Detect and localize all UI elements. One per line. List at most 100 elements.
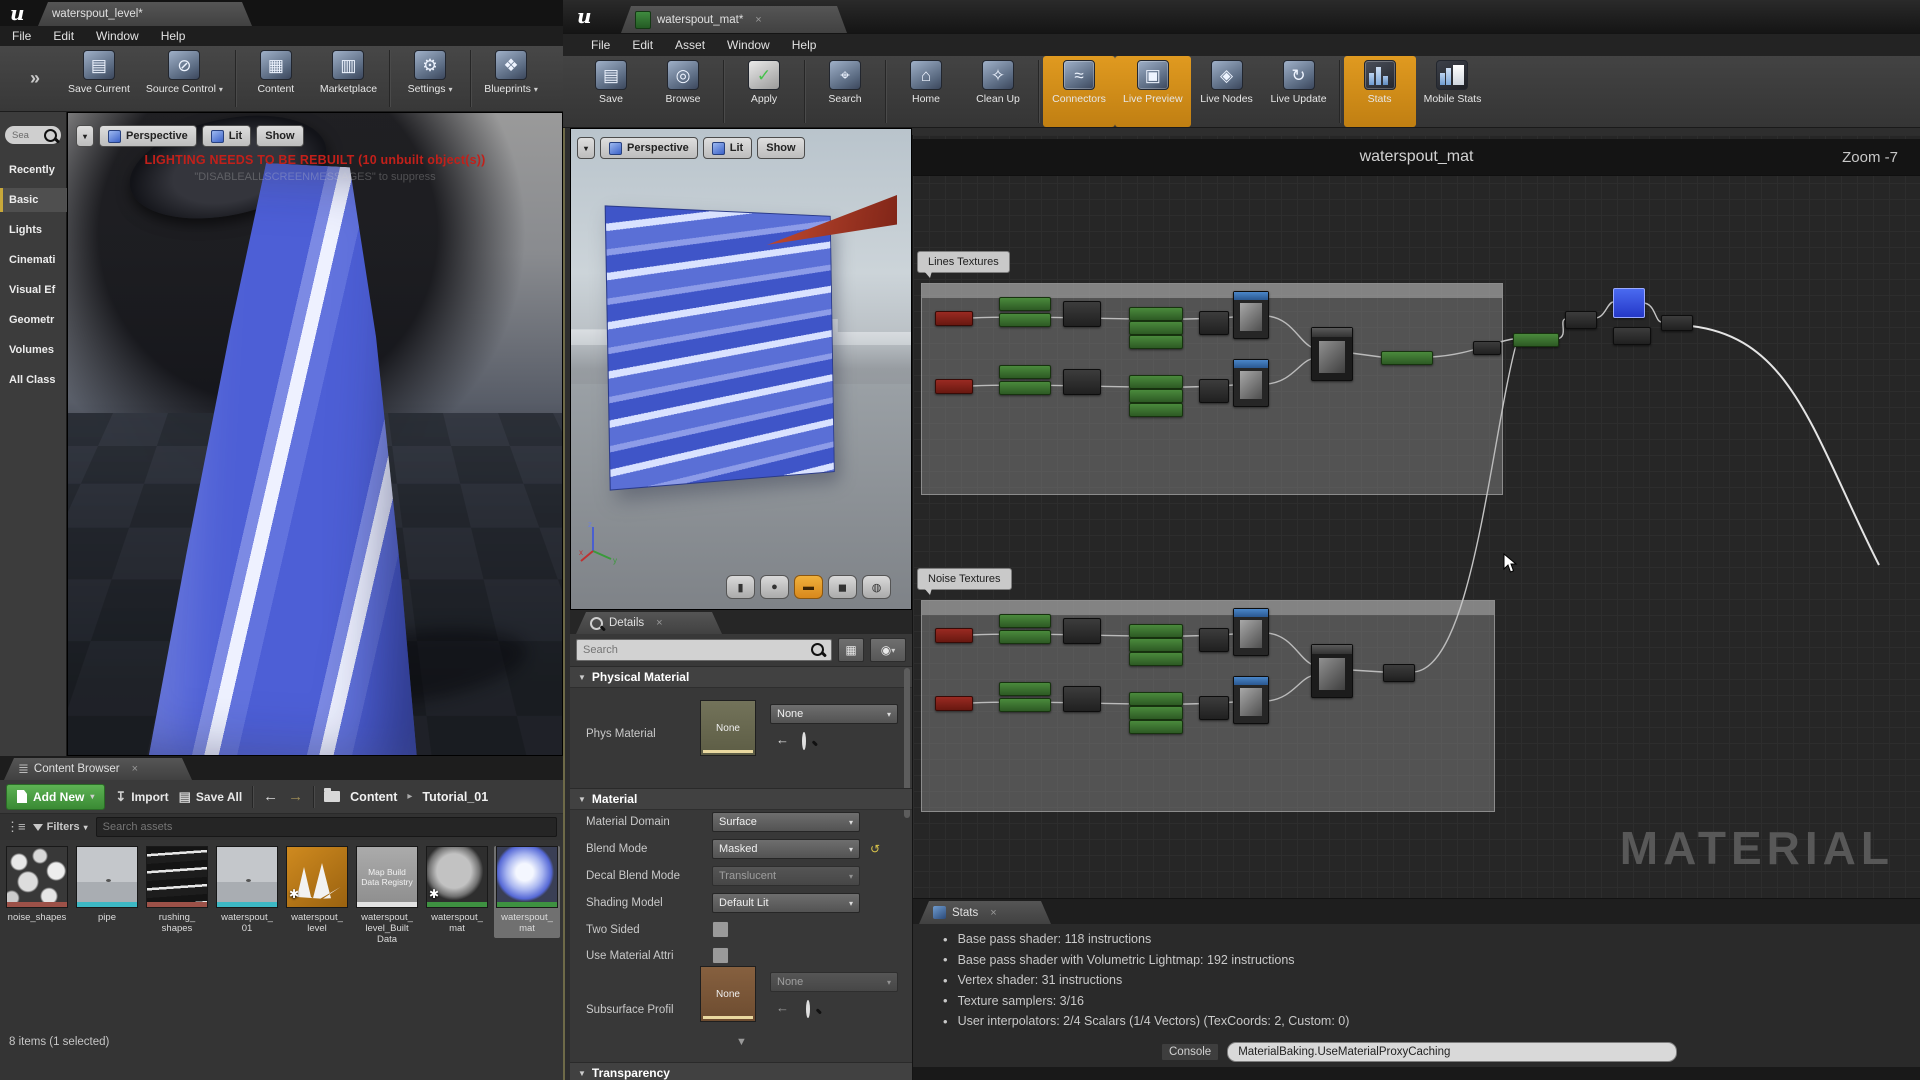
browse-to-asset-icon[interactable] — [806, 1000, 810, 1018]
close-icon[interactable]: × — [990, 907, 996, 919]
shading-model-dropdown[interactable]: Default Lit▾ — [712, 893, 860, 913]
phys-material-thumbnail[interactable]: None — [700, 700, 756, 756]
graph-node-green[interactable] — [999, 698, 1051, 712]
blend-mode-dropdown[interactable]: Masked▾ — [712, 839, 860, 859]
reset-to-default-icon[interactable]: ↺ — [870, 842, 880, 856]
use-selected-arrow-icon[interactable]: ← — [776, 1000, 789, 1015]
menu-window[interactable]: Window — [96, 29, 139, 43]
material-preview-viewport[interactable]: ▾ Perspective Lit Show z y x ▮●▬◼◍ — [570, 128, 912, 610]
use-material-attributes-checkbox[interactable] — [712, 947, 729, 964]
close-icon[interactable]: × — [132, 763, 138, 775]
graph-node-green[interactable] — [999, 365, 1051, 379]
preview-shape-plane-button[interactable]: ▬ — [794, 575, 823, 599]
graph-node-green[interactable] — [1381, 351, 1433, 365]
import-button[interactable]: ↧Import — [115, 789, 168, 805]
asset-search-input[interactable] — [96, 817, 557, 837]
graph-node-green[interactable] — [1129, 403, 1183, 417]
graph-node-green[interactable] — [999, 381, 1051, 395]
preview-shape-cylinder-button[interactable]: ▮ — [726, 575, 755, 599]
graph-node-red[interactable] — [935, 696, 973, 711]
graph-node-green[interactable] — [999, 630, 1051, 644]
asset-tile-waterspout-level-builtdata[interactable]: Map BuildData Registry waterspout_level_… — [354, 846, 420, 945]
property-matrix-icon[interactable]: ▦ — [838, 638, 864, 662]
graph-node-red[interactable] — [935, 628, 973, 643]
back-arrow-icon[interactable]: ← — [263, 788, 278, 805]
asset-tile-waterspout-mat[interactable]: waterspout_mat — [494, 846, 560, 938]
menu-edit[interactable]: Edit — [53, 29, 74, 43]
preview-options-dropdown[interactable]: ▾ — [577, 137, 595, 159]
preview-show-button[interactable]: Show — [757, 137, 804, 159]
toolbar-button-home[interactable]: ⌂ Home — [890, 56, 962, 127]
graph-node-green[interactable] — [1129, 335, 1183, 349]
asset-tile-waterspout-mat[interactable]: ✱ waterspout_mat — [424, 846, 490, 934]
sidebar-item-lights[interactable]: Lights — [0, 218, 67, 242]
graph-node-blue[interactable] — [1613, 288, 1645, 318]
sidebar-item-cinemati[interactable]: Cinemati — [0, 248, 67, 272]
details-tab[interactable]: Details × — [576, 612, 722, 634]
browse-to-asset-icon[interactable] — [802, 732, 806, 750]
graph-node-green[interactable] — [999, 313, 1051, 327]
graph-node-dark[interactable] — [1473, 341, 1501, 355]
graph-node-green[interactable] — [1129, 624, 1183, 638]
phys-material-dropdown[interactable]: None▾ — [770, 704, 898, 724]
section-physical-material[interactable]: ▼Physical Material — [570, 666, 912, 688]
graph-node-green[interactable] — [1129, 375, 1183, 389]
graph-node-green[interactable] — [1129, 638, 1183, 652]
menu-asset[interactable]: Asset — [675, 38, 705, 52]
graph-node-green[interactable] — [1129, 692, 1183, 706]
toolbar-button-live-nodes[interactable]: ◈ Live Nodes — [1191, 56, 1263, 127]
graph-node-dark[interactable] — [1063, 618, 1101, 644]
graph-node-dark[interactable] — [1199, 628, 1229, 652]
sidebar-item-all-class[interactable]: All Class — [0, 368, 67, 392]
save-all-button[interactable]: ▤Save All — [179, 789, 243, 805]
graph-node-green[interactable] — [1129, 720, 1183, 734]
two-sided-checkbox[interactable] — [712, 921, 729, 938]
asset-tile-waterspout-01[interactable]: waterspout_01 — [214, 846, 280, 934]
toolbar-button-save[interactable]: ▤ Save — [575, 56, 647, 127]
preview-shape-sphere-button[interactable]: ● — [760, 575, 789, 599]
menu-edit[interactable]: Edit — [632, 38, 653, 52]
toolbar-button-live-preview[interactable]: ▣ Live Preview — [1115, 56, 1191, 127]
place-actors-search-input[interactable]: Sea — [5, 126, 61, 144]
graph-node-dark[interactable] — [1199, 379, 1229, 403]
toolbar-button-apply[interactable]: ✓ Apply — [728, 56, 800, 127]
toolbar-button-marketplace[interactable]: ▥ Marketplace — [312, 46, 385, 111]
preview-shape-cube-button[interactable]: ◼ — [828, 575, 857, 599]
view-options-icon[interactable]: ⋮≡ — [6, 819, 25, 835]
graph-node-dark[interactable] — [1063, 369, 1101, 395]
graph-node-dark[interactable] — [1383, 664, 1415, 682]
viewport-options-dropdown[interactable]: ▾ — [76, 125, 94, 147]
preview-perspective-button[interactable]: Perspective — [600, 137, 698, 159]
level-viewport[interactable]: LIGHTING NEEDS TO BE REBUILT (10 unbuilt… — [67, 112, 563, 756]
toolbar-button-connectors[interactable]: ≈ Connectors — [1043, 56, 1115, 127]
graph-node-red[interactable] — [935, 311, 973, 326]
graph-node-green[interactable] — [999, 682, 1051, 696]
graph-node-dark[interactable] — [1565, 311, 1597, 329]
sidebar-item-volumes[interactable]: Volumes — [0, 338, 67, 362]
sidebar-item-basic[interactable]: Basic — [0, 188, 67, 212]
comment-label-lines-textures[interactable]: Lines Textures — [917, 251, 1010, 273]
graph-node-green[interactable] — [1129, 321, 1183, 335]
material-tab[interactable]: waterspout_mat* × — [621, 6, 847, 33]
toolbar-button-save-current[interactable]: ▤ Save Current — [60, 46, 138, 111]
menu-help[interactable]: Help — [161, 29, 186, 43]
menu-help[interactable]: Help — [792, 38, 817, 52]
toolbar-button-clean-up[interactable]: ✧ Clean Up — [962, 56, 1034, 127]
graph-node-dark[interactable] — [1063, 301, 1101, 327]
scroll-down-chevron-icon[interactable]: ▼ — [736, 1036, 747, 1048]
toolbar-button-search[interactable]: ⌖ Search — [809, 56, 881, 127]
toolbar-button-mobile-stats[interactable]: Mobile Stats — [1416, 56, 1490, 127]
graph-node-green[interactable] — [1513, 333, 1559, 347]
graph-node-green[interactable] — [999, 614, 1051, 628]
toolbar-button-source-control[interactable]: ⊘ Source Control ▾ — [138, 46, 231, 111]
graph-node-tex[interactable] — [1233, 291, 1269, 339]
graph-node-tex[interactable] — [1233, 676, 1269, 724]
filters-button[interactable]: Filters ▾ — [33, 821, 88, 833]
graph-node-big[interactable] — [1311, 644, 1353, 698]
asset-tile-noise-shapes[interactable]: noise_shapes — [4, 846, 70, 923]
level-tab[interactable]: waterspout_level* — [38, 2, 252, 26]
lit-mode-button[interactable]: Lit — [202, 125, 251, 147]
breadcrumb-leaf[interactable]: Tutorial_01 — [422, 790, 488, 804]
preview-shape-teapot-button[interactable]: ◍ — [862, 575, 891, 599]
console-input[interactable] — [1227, 1042, 1677, 1062]
